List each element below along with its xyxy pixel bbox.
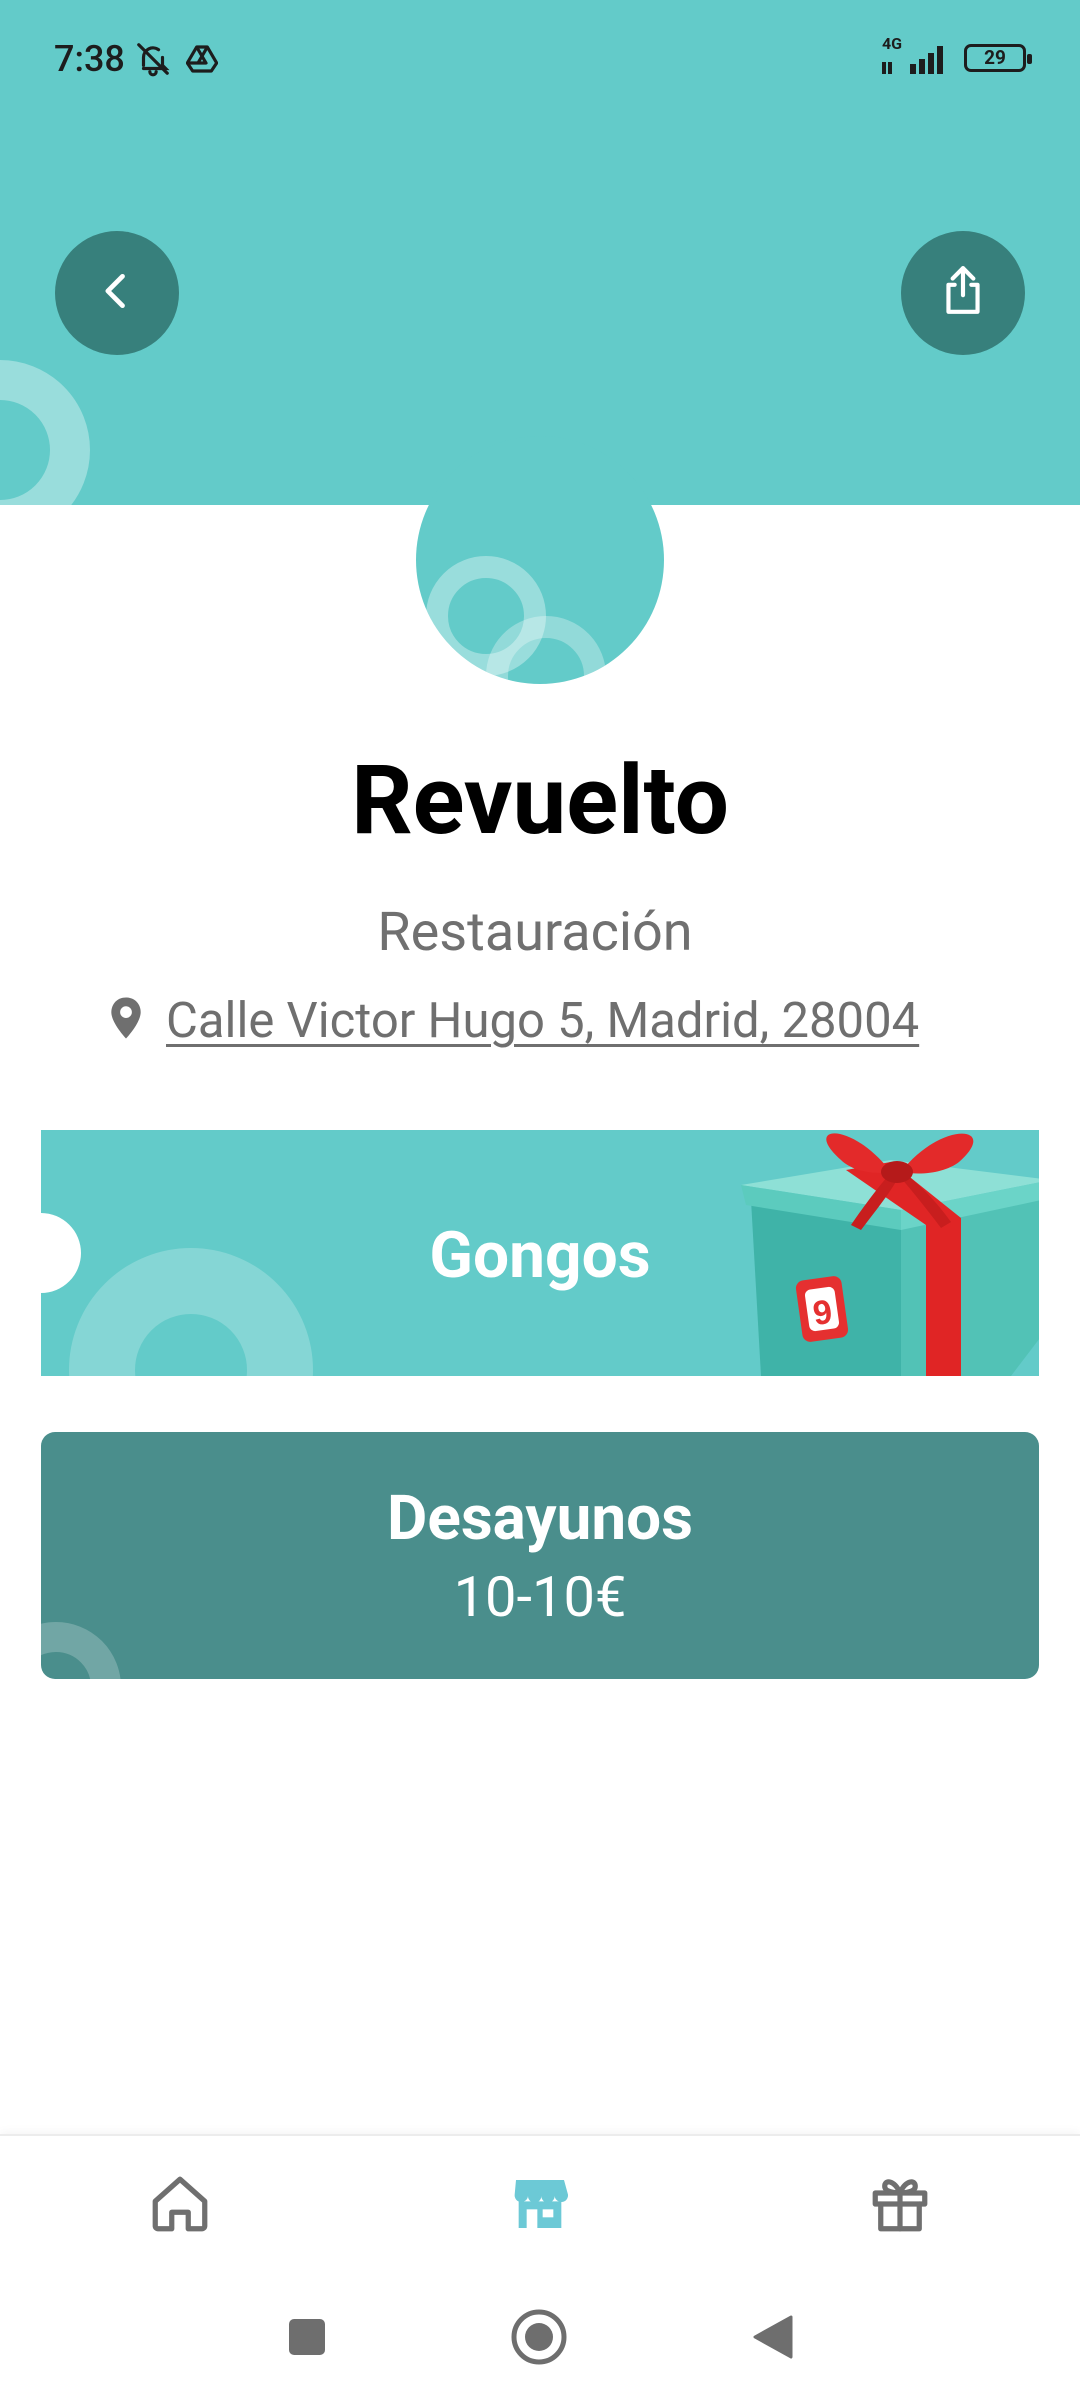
- gongos-rewards-card[interactable]: Gongos 9: [41, 1130, 1039, 1376]
- home-system-button[interactable]: [504, 2304, 574, 2374]
- gift-icon: [867, 2171, 933, 2241]
- recents-icon: [287, 2317, 327, 2361]
- decorative-ring: [0, 360, 90, 505]
- offer-card-desayunos[interactable]: Desayunos 10-10€: [41, 1432, 1039, 1679]
- battery-icon: 29: [964, 44, 1032, 72]
- back-button[interactable]: [55, 231, 179, 355]
- status-time: 7:38: [54, 38, 125, 80]
- business-category: Restauración: [377, 901, 693, 964]
- bottom-navigation: [0, 2134, 1080, 2274]
- home-circle-icon: [510, 2308, 568, 2370]
- back-triangle-icon: [751, 2313, 795, 2365]
- header-banner: 7:38 4G 29: [0, 0, 1080, 505]
- chevron-left-icon: [95, 269, 139, 317]
- signal-icon: 4G: [880, 34, 950, 76]
- notifications-muted-icon: [134, 40, 172, 82]
- system-navigation-bar: [0, 2274, 1080, 2400]
- business-name: Revuelto: [351, 745, 729, 857]
- nav-rewards[interactable]: [850, 2156, 950, 2256]
- home-icon: [146, 2171, 214, 2241]
- gift-box-illustration: 9: [701, 1130, 1039, 1376]
- back-system-button[interactable]: [738, 2304, 808, 2374]
- drive-icon: [185, 44, 219, 78]
- offer-title: Desayunos: [387, 1482, 693, 1555]
- location-pin-icon: [108, 996, 144, 1044]
- status-bar: 7:38 4G 29: [0, 0, 1080, 120]
- recents-button[interactable]: [272, 2304, 342, 2374]
- nav-store[interactable]: [490, 2156, 590, 2256]
- offer-price: 10-10€: [453, 1564, 627, 1630]
- address-link[interactable]: Calle Victor Hugo 5, Madrid, 28004: [108, 985, 919, 1055]
- status-right-group: 4G 29: [880, 34, 1032, 76]
- store-icon: [507, 2172, 573, 2240]
- business-address[interactable]: Calle Victor Hugo 5, Madrid, 28004: [166, 992, 919, 1049]
- share-icon: [938, 264, 988, 322]
- business-avatar: [416, 436, 664, 684]
- share-button[interactable]: [901, 231, 1025, 355]
- nav-home[interactable]: [130, 2156, 230, 2256]
